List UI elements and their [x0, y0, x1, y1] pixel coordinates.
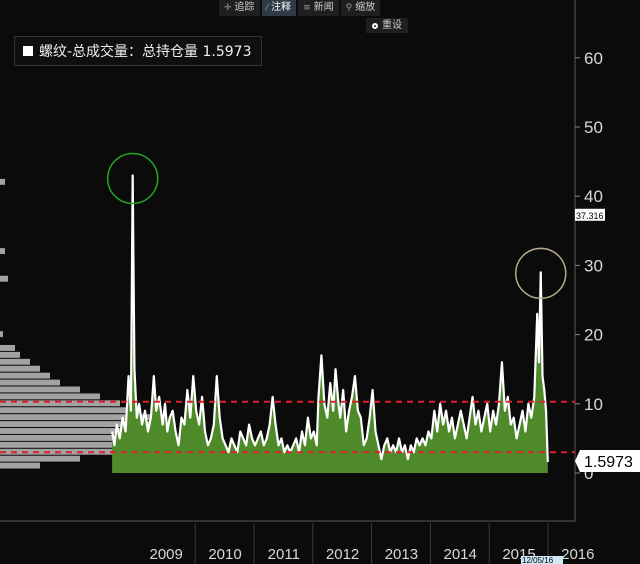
toolbar-button-1[interactable]: ⁄ 注释	[261, 0, 297, 16]
reset-dot-icon	[372, 22, 378, 29]
profile-bar	[0, 372, 50, 379]
profile-bar	[0, 462, 40, 469]
toolbar-button-label: 缩放	[355, 2, 376, 13]
reset-label: 重设	[382, 20, 402, 31]
x-tick-label: 2013	[385, 546, 418, 563]
profile-bar	[0, 344, 15, 351]
x-tick-label: 2012	[326, 546, 359, 563]
y-tick-label: 50	[584, 118, 603, 137]
y-tick-label: 20	[584, 326, 603, 345]
y-tick-label: 60	[584, 49, 603, 68]
profile-bar	[0, 365, 40, 372]
last-value-label: 1.5973	[584, 454, 633, 471]
chart: 01020304050602009 2010 2011 2012 2013 2014 201…	[0, 0, 640, 564]
y-tick-label: 30	[584, 256, 603, 275]
profile-bar	[0, 393, 100, 400]
profile-bar	[0, 248, 5, 255]
toolbar-button-0[interactable]: ✛ 追踪	[219, 0, 260, 16]
profile-bar	[0, 331, 3, 338]
crosshair-icon: ✛	[224, 3, 232, 13]
marker-label: 37.316	[576, 211, 604, 221]
toolbar-button-2[interactable]: ≡ 新闻	[298, 0, 339, 16]
y-tick-label: 10	[584, 395, 603, 414]
magnifier-icon: ⚲	[345, 3, 353, 13]
pencil-icon: ⁄	[266, 3, 269, 13]
x-tick-label: 2014	[444, 546, 477, 563]
date-label: 12/05/16	[522, 556, 554, 564]
chart-toolbar: ✛ 追踪 ⁄ 注释 ≡ 新闻 ⚲ 缩放	[219, 0, 381, 16]
toolbar-button-label: 追踪	[234, 2, 255, 13]
profile-bar	[0, 379, 60, 386]
news-icon: ≡	[303, 3, 311, 13]
x-tick-label: 2009	[150, 546, 183, 563]
profile-bar	[0, 386, 80, 393]
x-tick-label: 2011	[268, 546, 300, 563]
legend: 螺纹-总成交量：总持仓量 1.5973	[14, 36, 262, 66]
y-tick-label: 40	[584, 187, 603, 206]
profile-bar	[0, 351, 20, 358]
reset-button[interactable]: 重设	[366, 18, 408, 33]
toolbar-button-label: 注释	[271, 2, 292, 13]
profile-bar	[0, 407, 140, 414]
legend-text: 螺纹-总成交量：总持仓量 1.5973	[39, 44, 252, 60]
x-tick-label: 2016	[561, 546, 594, 563]
profile-bar	[0, 178, 5, 185]
profile-bar	[0, 275, 8, 282]
legend-swatch-icon	[23, 46, 33, 56]
toolbar-button-label: 新闻	[313, 2, 334, 13]
series	[111, 174, 549, 473]
profile-bar	[0, 358, 30, 365]
x-tick-label: 2010	[208, 546, 241, 563]
toolbar-button-3[interactable]: ⚲ 缩放	[340, 0, 381, 16]
profile-bar	[0, 455, 80, 462]
